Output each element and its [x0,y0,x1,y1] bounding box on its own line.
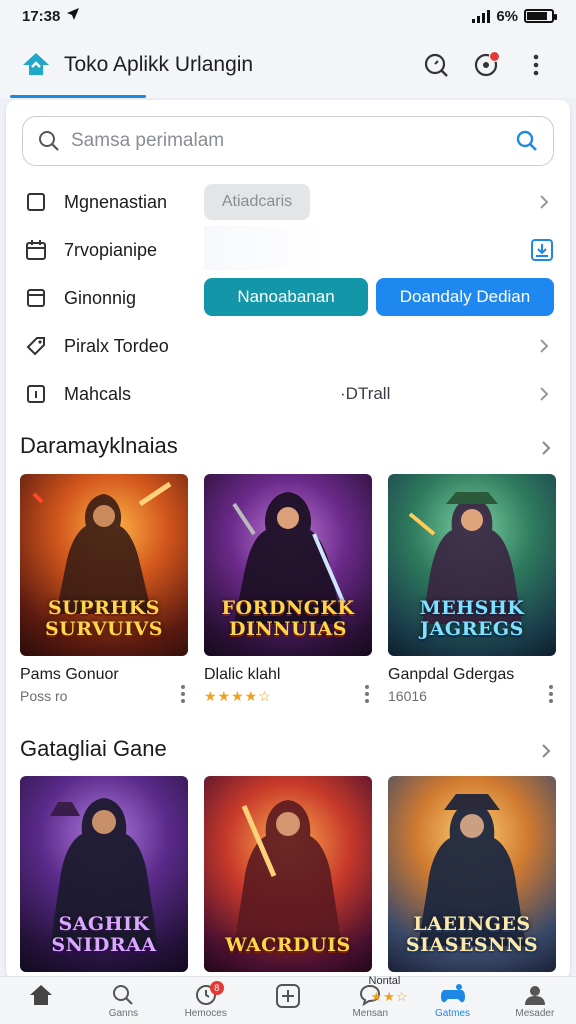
menu-row-2-label: 7rvopianipe [64,239,158,260]
menu-row-1-label: Mgnenastian [64,191,168,212]
tab-indicator [10,95,146,98]
game-cover-art[interactable]: SUPRHKS SURVUIVS [20,474,188,656]
game-tile[interactable]: LAEINGES SIASESNNS [388,776,556,972]
main-card: Samsa perimalam Mgnenastian Atiadcaris 7… [6,100,570,980]
game-cover-art[interactable]: WACRDUIS [204,776,372,972]
chevron-right-icon [540,195,549,209]
app-title: Toko Aplikk Urlangin [64,53,254,76]
game-meta: 16016 [388,688,427,704]
game-tile[interactable]: SAGHIK SNIDRAA [20,776,188,972]
nav-messages-label: Mensan [352,1008,389,1019]
nav-updates[interactable]: 8 Hemoces [166,981,246,1019]
nav-add[interactable] [248,983,328,1010]
game-cover-art[interactable]: MEHSHK JAGREGS [388,474,556,656]
menu-row-1[interactable]: Mgnenastian Atiadcaris [22,180,554,224]
notification-badge [489,51,500,62]
calendar-icon [22,236,50,264]
download-icon[interactable] [530,238,554,267]
game-cover-title: FORDNGKK DINNUIAS [221,597,355,640]
menu-row-3[interactable]: Ginonnig Nanoabanan Doandaly Dedian [22,276,554,320]
menu-row-5-label: Mahcals [64,383,132,404]
store-logo-icon [20,49,52,81]
search-bar[interactable]: Samsa perimalam [22,116,554,166]
tag-icon [22,332,50,360]
search-submit-icon [516,130,537,151]
search-icon [113,985,134,1005]
game-cover-art[interactable]: SAGHIK SNIDRAA [20,776,188,972]
nav-home[interactable] [1,983,81,1008]
row-3-secondary-button[interactable]: Doandaly Dedian [376,278,554,316]
nav-floating-label: Nontal [368,975,401,987]
kebab-menu-icon [181,685,185,703]
kebab-menu-icon [533,54,539,76]
menu-row-4[interactable]: Piralx Tordeo [22,324,554,368]
search-button[interactable] [416,45,456,85]
game-cover-art[interactable]: FORDNGKK DINNUIAS [204,474,372,656]
game-cover-title: SUPRHKS SURVUIVS [44,597,164,640]
chevron-right-icon [542,441,551,455]
section-2-tiles: SAGHIK SNIDRAA WACRDUIS LAEINGES SIASESN… [20,776,556,972]
chevron-right-icon [540,339,549,353]
menu-row-3-label: Ginonnig [64,287,137,308]
search-icon [424,53,448,77]
game-tile[interactable]: MEHSHK JAGREGS Ganpdal Gdergas 16016 [388,474,556,705]
search-icon [39,131,59,151]
star-rating-icon: ★★★★☆ [204,688,272,704]
notifications-button[interactable] [466,45,506,85]
row-3-primary-button[interactable]: Nanoabanan [204,278,368,316]
nav-search-label: Ganns [108,1008,139,1019]
row-5-value: ·DTrall [340,384,391,403]
game-title: Ganpdal Gdergas [388,666,515,683]
signal-icon [472,9,491,23]
game-tile[interactable]: SUPRHKS SURVUIVS Pams Gonuor Poss ro [20,474,188,705]
row-1-chip[interactable]: Atiadcaris [204,184,310,220]
nav-games[interactable]: Nontal ★★☆ Gatmes [369,975,493,1019]
updates-badge: 8 [209,981,224,995]
game-title: Dlalic klahl [204,666,281,683]
game-cover-art[interactable]: LAEINGES SIASESNNS [388,776,556,972]
gamepad-icon [440,984,465,1003]
more-options-button[interactable] [516,45,556,85]
game-tile[interactable]: FORDNGKK DINNUIAS Dlalic klahl ★★★★☆ [204,474,372,705]
game-cover-title: MEHSHK JAGREGS [419,597,525,640]
battery-percent: 6% [496,7,518,25]
nav-games-label: Gatmes [435,1008,471,1019]
user-avatar-icon [524,986,545,1005]
menu-row-5[interactable]: Mahcals ·DTrall [22,372,554,416]
chevron-right-icon [542,744,551,758]
menu-row-4-label: Piralx Tordeo [64,335,169,356]
status-bar: 17:38 6% [0,0,576,32]
location-arrow-icon [66,7,80,25]
checkbox-icon [22,188,50,216]
status-time: 17:38 [22,7,61,25]
section-1-title[interactable]: Daramayklnaias [20,433,178,459]
game-tile[interactable]: WACRDUIS [204,776,372,972]
menu-row-2[interactable]: 7rvopianipe [22,226,554,272]
nav-profile-label: Mesader [515,1008,555,1019]
row-2-placeholder [204,226,324,270]
game-rating: ★★★★☆ [204,688,372,705]
home-icon [30,985,53,1005]
game-cover-title: LAEINGES SIASESNNS [405,913,539,956]
kebab-menu-icon [549,685,553,703]
search-input[interactable]: Samsa perimalam [71,130,515,152]
nav-profile[interactable]: Mesader [495,983,575,1019]
chevron-right-icon [540,387,549,401]
window-icon [22,284,50,312]
app-header: Toko Aplikk Urlangin [0,32,576,98]
game-cover-title: SAGHIK SNIDRAA [51,913,157,956]
nav-search[interactable]: Ganns [83,983,163,1019]
section-2-title[interactable]: Gatagliai Gane [20,736,167,762]
nav-updates-label: Hemoces [184,1008,227,1019]
battery-icon [524,9,557,23]
plus-box-icon [275,984,300,1008]
game-cover-title: WACRDUIS [225,934,351,956]
game-meta: Poss ro [20,688,68,704]
bottom-navigation: Ganns 8 Hemoces Mensan Nontal ★★☆ Gatmes… [0,975,576,1024]
kebab-menu-icon [365,685,369,703]
star-rating-icon: ★★☆ [370,989,409,1004]
info-box-icon [22,380,50,408]
game-title: Pams Gonuor [20,666,119,683]
section-1-tiles: SUPRHKS SURVUIVS Pams Gonuor Poss ro FOR… [20,474,556,705]
